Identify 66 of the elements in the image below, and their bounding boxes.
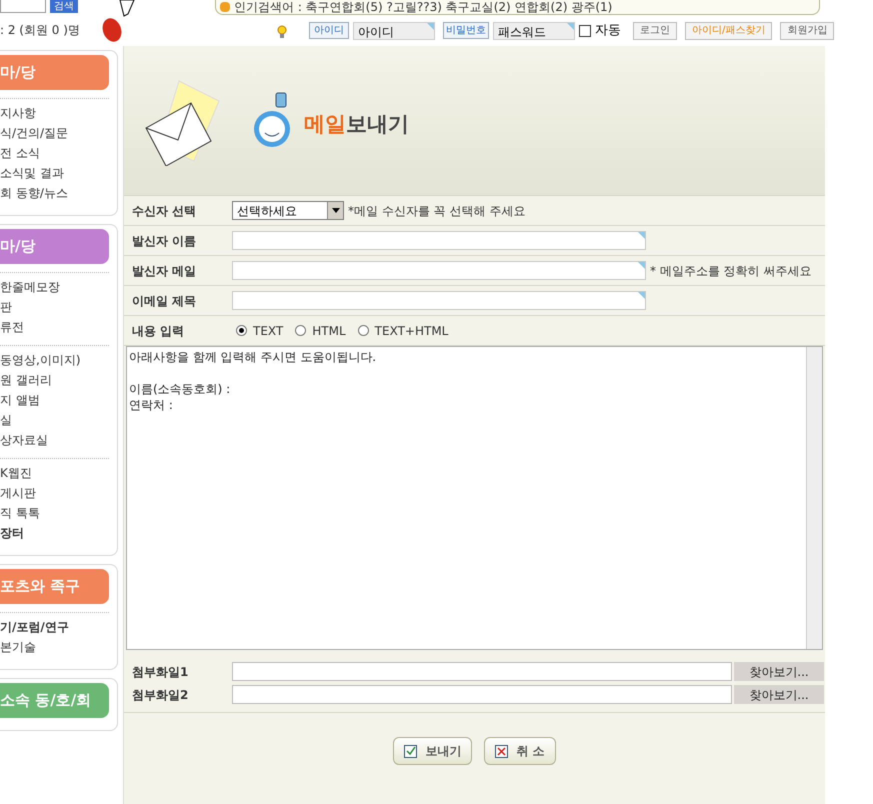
- password-field[interactable]: 패스워드: [493, 22, 575, 40]
- sidebar-link[interactable]: 본기술: [0, 637, 109, 657]
- hint-text: *메일 수신자를 꼭 선택해 주세요: [348, 202, 526, 220]
- sidebar-link[interactable]: 상자료실: [0, 430, 109, 450]
- sidebar-link[interactable]: 한줄메모장: [0, 277, 109, 297]
- sidebar-link[interactable]: 지사항: [0, 103, 109, 123]
- sidebar-link[interactable]: 회 동향/뉴스: [0, 183, 109, 203]
- sidebar-link[interactable]: 소식및 결과: [0, 163, 109, 183]
- sidebar-link[interactable]: 실: [0, 410, 109, 430]
- section-header: 포츠와 족구: [0, 569, 109, 604]
- id-field[interactable]: 아이디: [353, 22, 435, 40]
- section-header: 마/당: [0, 55, 109, 90]
- sidebar-link[interactable]: 동영상,이미지): [0, 350, 109, 370]
- radio-button[interactable]: [295, 325, 306, 336]
- header-button[interactable]: 회원가입: [780, 22, 834, 40]
- sidebar-link[interactable]: 전 소식: [0, 143, 109, 163]
- radio-label: HTML: [312, 322, 346, 340]
- hint-text: * 메일주소를 정확히 써주세요: [650, 262, 812, 280]
- field-label: 내용 입력: [131, 322, 186, 340]
- banner-title: 메일보내기: [304, 110, 409, 138]
- close-icon: [495, 744, 508, 758]
- auto-login-checkbox[interactable]: [579, 24, 591, 37]
- checkbox-icon: [404, 744, 418, 758]
- header-button[interactable]: 로그인: [633, 22, 677, 40]
- sidebar-link[interactable]: 원 갤러리: [0, 370, 109, 390]
- sidebar-link[interactable]: 판: [0, 297, 109, 317]
- recipient-select[interactable]: 선택하세요: [232, 201, 344, 220]
- radio-button[interactable]: [236, 325, 247, 336]
- password-tag: 비밀번호: [443, 22, 489, 40]
- field-label: 이메일 제목: [131, 292, 198, 310]
- browse-button[interactable]: 찾아보기...: [734, 685, 824, 704]
- search-button[interactable]: 검색: [50, 0, 78, 13]
- search-field[interactable]: [0, 0, 46, 13]
- text-field[interactable]: [232, 261, 646, 280]
- action-button[interactable]: 보내기: [393, 737, 472, 765]
- sidebar-link[interactable]: 장터: [0, 523, 109, 543]
- field-label: 발신자 이름: [131, 232, 198, 250]
- sidebar-link[interactable]: K웹진: [0, 463, 109, 483]
- attachment-label: 첨부화일2: [131, 686, 190, 704]
- id-tag: 아이디: [309, 22, 349, 40]
- section-header: 마/당: [0, 229, 109, 264]
- sidebar-link[interactable]: 식/건의/질문: [0, 123, 109, 143]
- sidebar-link[interactable]: 게시판: [0, 483, 109, 503]
- field-label: 발신자 메일: [131, 262, 198, 280]
- action-button[interactable]: 취 소: [484, 737, 556, 765]
- field-label: 수신자 선택: [131, 202, 198, 220]
- text-field[interactable]: [232, 291, 646, 310]
- scrollbar[interactable]: [806, 347, 822, 649]
- sidebar-link[interactable]: 직 톡톡: [0, 503, 109, 523]
- radio-label: TEXT+HTML: [374, 322, 448, 340]
- radio-button[interactable]: [358, 325, 369, 336]
- lightbulb-icon: [275, 22, 289, 39]
- text-field[interactable]: [232, 231, 646, 250]
- file-field[interactable]: [232, 685, 732, 704]
- popular-searches-text: 인기검색어 : 축구연합회(5) ?고릴??3) 축구교실(2) 연합회(2) 광주(1): [234, 1, 612, 13]
- radio-label: TEXT: [253, 322, 284, 340]
- visitor-count: : 2 (회원 0 )명: [0, 22, 81, 39]
- sidebar-link[interactable]: 기/포럼/연구: [0, 617, 109, 637]
- section-header: 소속 동/호/회: [0, 683, 109, 718]
- sidebar-link[interactable]: 류전: [0, 317, 109, 337]
- browse-button[interactable]: 찾아보기...: [734, 662, 824, 681]
- attachment-label: 첨부화일1: [131, 664, 190, 680]
- auto-login-label: 자동: [595, 22, 621, 40]
- content-textarea[interactable]: 아래사항을 함께 입력해 주시면 도움이됩니다. 이름(소속동호회) : 연락처 :: [126, 346, 823, 650]
- sidebar-link[interactable]: 지 앨범: [0, 390, 109, 410]
- file-field[interactable]: [232, 662, 732, 681]
